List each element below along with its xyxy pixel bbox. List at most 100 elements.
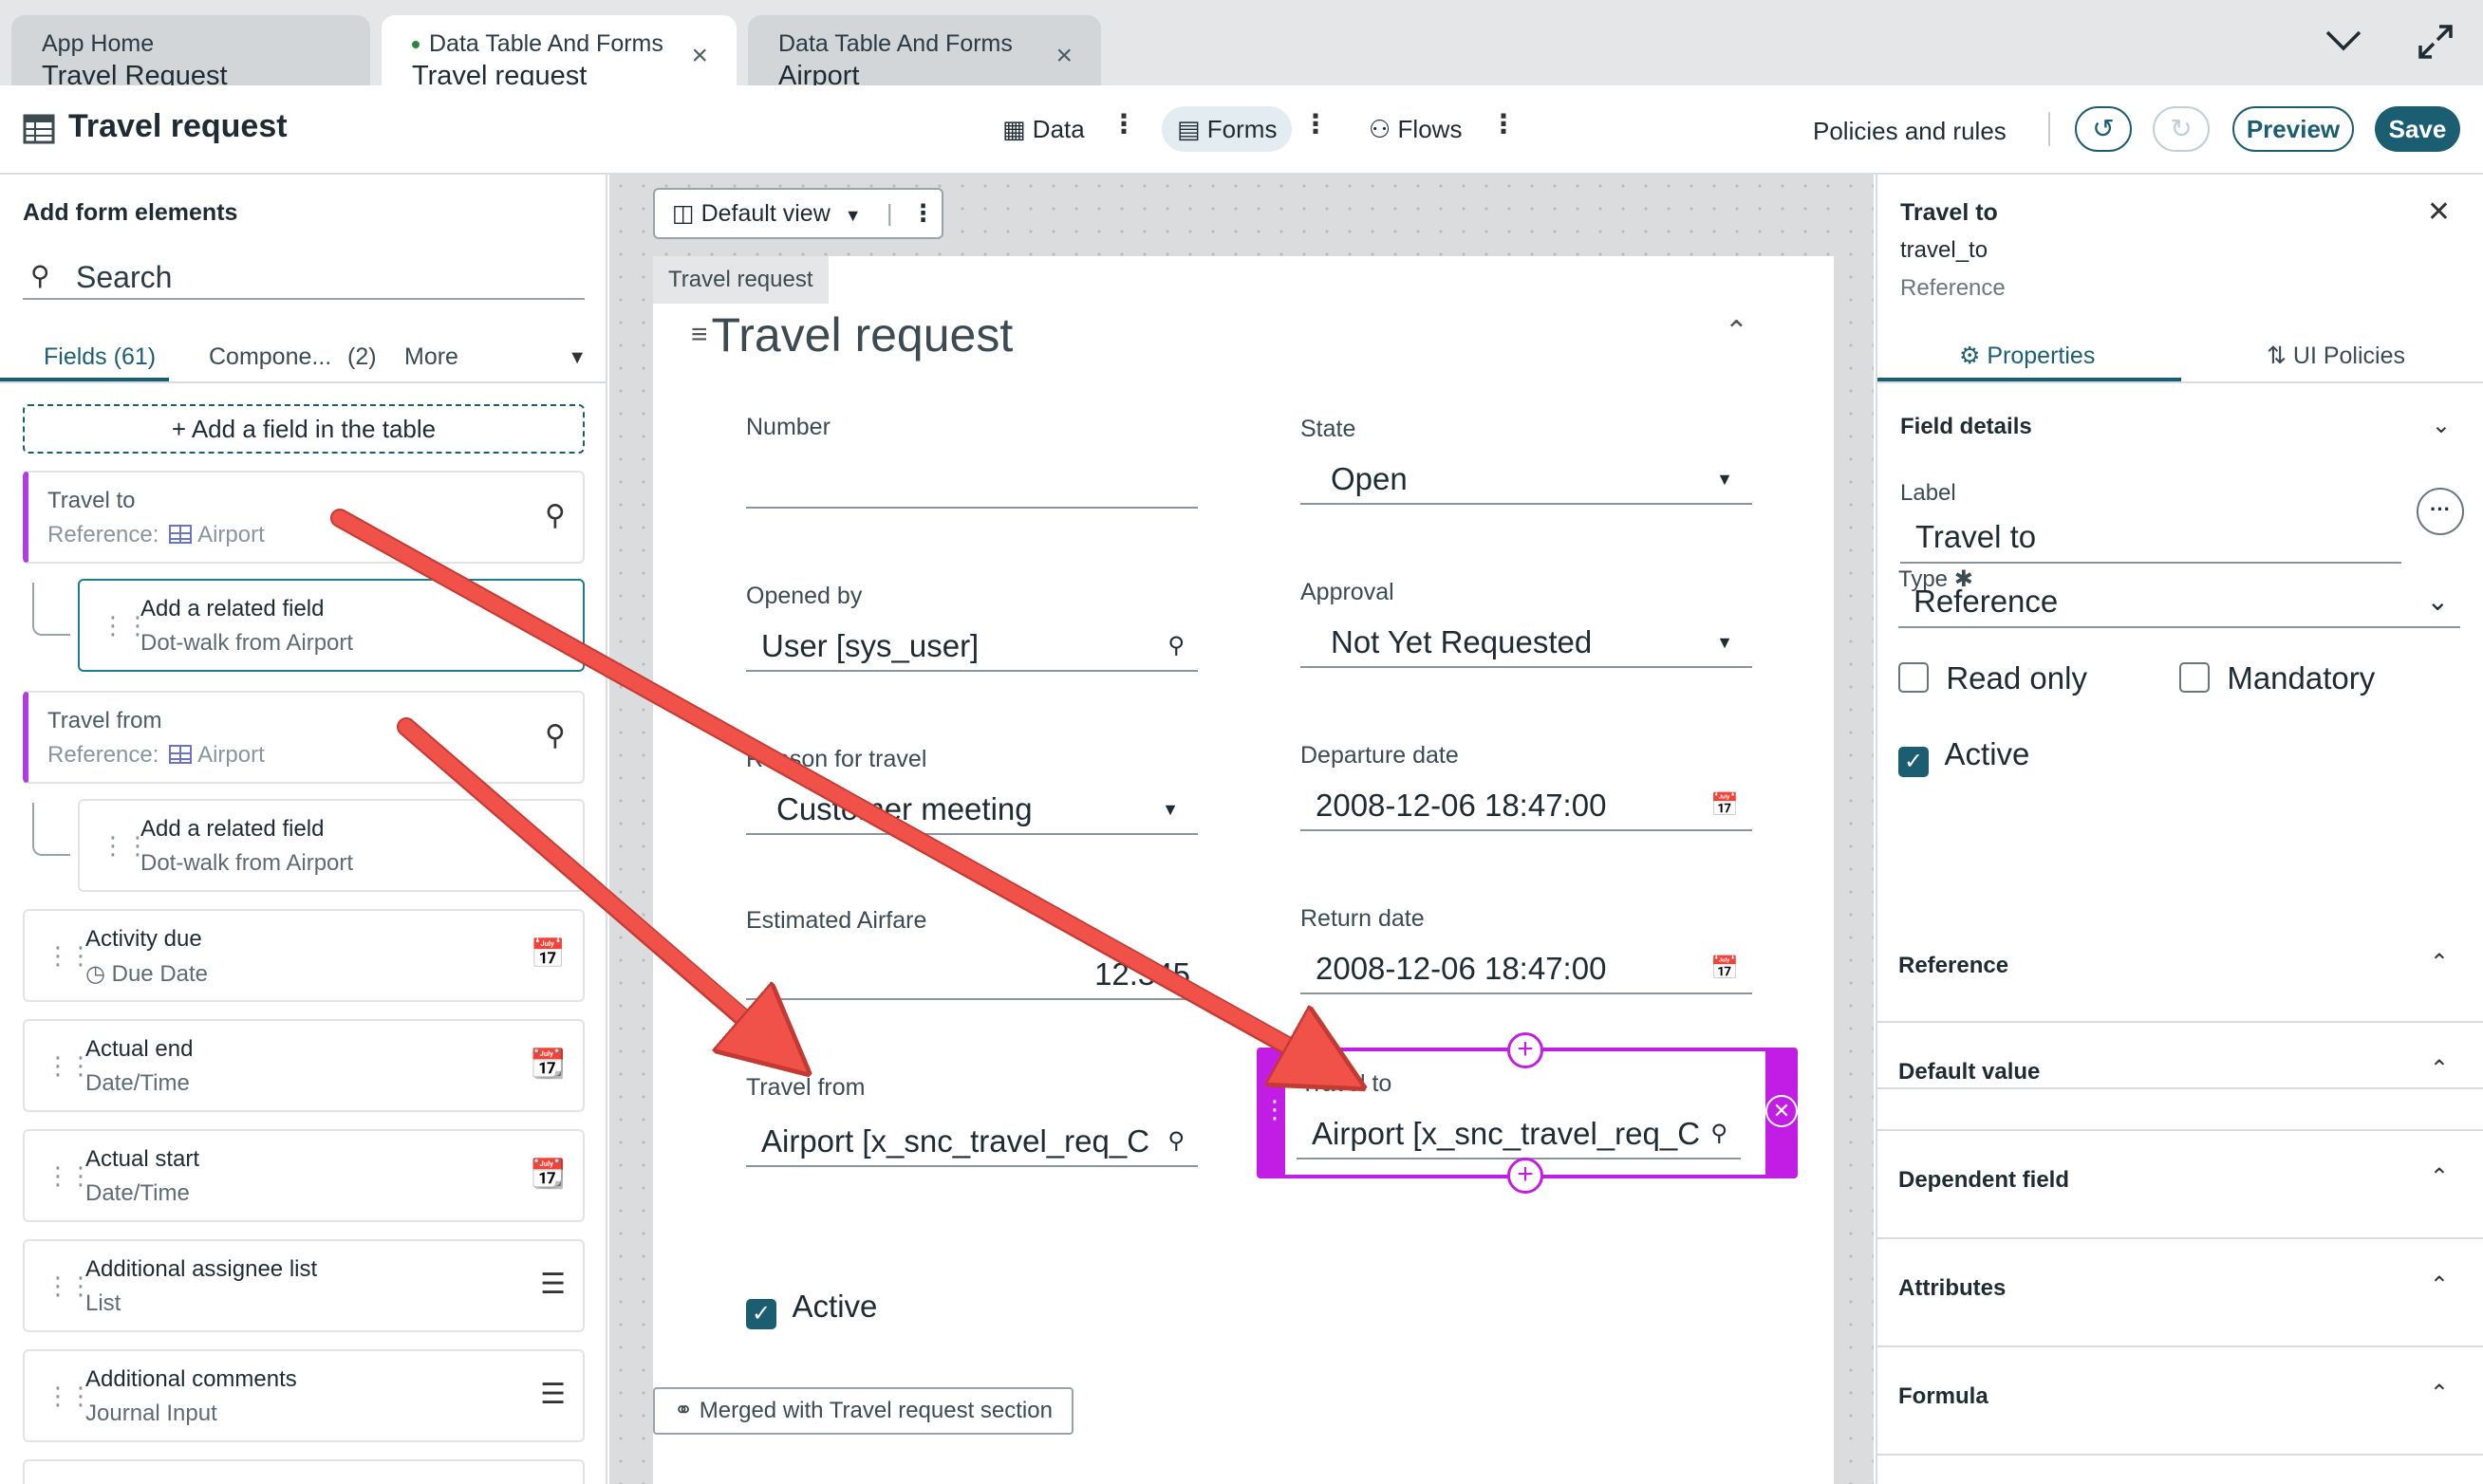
caret-down-icon: ▼ — [1716, 470, 1733, 489]
travel-to-label: Travel to — [1300, 1070, 1392, 1097]
drag-handle-icon[interactable]: ⋮⋮ — [46, 941, 93, 971]
drag-handle-icon[interactable]: ⋮⋮ — [46, 1382, 93, 1411]
calendar-icon[interactable]: 📅 — [1710, 943, 1739, 992]
caret-down-icon[interactable]: ▼ — [568, 347, 587, 369]
close-tab-icon[interactable]: × — [691, 40, 708, 72]
search-icon[interactable]: ⚲ — [545, 499, 566, 532]
tab-components-count[interactable]: (2) — [347, 343, 377, 371]
approval-select[interactable]: Not Yet Requested ▼ — [1300, 617, 1752, 668]
undo-button[interactable]: ↺ — [2075, 106, 2132, 152]
travel-to-value: Airport [x_snc_travel_req_C — [1312, 1116, 1701, 1151]
field-card-additional-comments[interactable]: ⋮⋮ Additional comments Journal Input ☰ — [23, 1349, 585, 1442]
field-card-travel-from[interactable]: Travel from Reference: Airport ⚲ — [23, 691, 585, 784]
view-selector[interactable]: ◫ Default view ▼ | ⋮ — [653, 188, 943, 239]
field-type: Due Date — [111, 961, 209, 987]
field-card-additional-assignee-list[interactable]: ⋮⋮ Additional assignee list List ☰ — [23, 1239, 585, 1332]
label-label: Label — [1900, 480, 1956, 506]
view-icon: ◫ — [672, 200, 695, 227]
close-tab-icon[interactable]: × — [1055, 40, 1073, 72]
add-related-field-card[interactable]: ⋮⋮ Add a related field Dot-walk from Air… — [78, 579, 585, 672]
search-icon[interactable]: ⚲ — [1160, 1116, 1185, 1165]
field-card-travel-to[interactable]: Travel to Reference: Airport ⚲ — [23, 471, 585, 564]
element-tabs: Fields (61) Compone... (2) More ▼ — [0, 336, 606, 383]
field-card-activity-due[interactable]: ⋮⋮ Activity due ◷ Due Date 📅 — [23, 909, 585, 1002]
search-placeholder: Search — [76, 260, 173, 294]
active-tab-indicator — [1877, 378, 2181, 381]
return-input[interactable]: 2008-12-06 18:47:00 📅 — [1300, 943, 1752, 994]
drag-handle-icon[interactable]: ⋮⋮ — [46, 1051, 93, 1081]
chevron-up-icon[interactable]: ⌃ — [1725, 315, 1748, 348]
tab-app-home-title: App Home — [42, 30, 155, 57]
caret-down-icon: ▼ — [1716, 633, 1733, 652]
table-icon — [23, 114, 55, 144]
departure-label: Departure date — [1300, 742, 1459, 769]
calendar-icon[interactable]: 📅 — [1710, 780, 1739, 829]
field-table: Airport — [197, 742, 265, 768]
tab-properties[interactable]: ⚙ Properties — [1959, 342, 2095, 370]
drag-handle-icon[interactable]: ⋮⋮ — [46, 1271, 93, 1301]
label-input[interactable]: Travel to — [1900, 510, 2401, 564]
more-options-button[interactable]: ··· — [2417, 488, 2464, 535]
drag-handle-icon[interactable]: ⋮⋮ — [46, 1161, 93, 1191]
tab-components[interactable]: Compone... — [209, 343, 331, 371]
add-field-button[interactable]: + Add a field in the table — [23, 404, 585, 454]
nav-data[interactable]: ▦ Data — [987, 106, 1100, 152]
nav-flows[interactable]: ⚇ Flows — [1354, 106, 1477, 152]
caret-down-icon: ▼ — [1162, 800, 1179, 819]
divider — [2048, 112, 2050, 146]
state-select[interactable]: Open ▼ — [1300, 454, 1752, 505]
drag-handle-icon[interactable]: ≡ — [691, 319, 708, 350]
save-button[interactable]: Save — [2375, 106, 2460, 152]
departure-input[interactable]: 2008-12-06 18:47:00 📅 — [1300, 780, 1752, 831]
nav-forms[interactable]: ▤ Forms — [1162, 106, 1293, 152]
clock-icon: ◷ — [85, 961, 105, 987]
field-card-actual-end[interactable]: ⋮⋮ Actual end Date/Time 📆 — [23, 1019, 585, 1112]
number-input[interactable] — [746, 457, 1198, 509]
related-subtitle: Dot-walk from Airport — [140, 630, 354, 656]
checkbox-checked-icon[interactable]: ✓ — [746, 1299, 776, 1329]
chevron-down-icon[interactable] — [2324, 21, 2363, 64]
opened-by-input[interactable]: User [sys_user] ⚲ — [746, 621, 1198, 672]
search-input[interactable]: ⚲ Search — [23, 254, 585, 300]
travel-from-label: Travel from — [746, 1074, 866, 1101]
app-header: Travel request ▦ Data ⋮ ▤ Forms ⋮ ⚇ Flow… — [0, 85, 2483, 175]
flows-more-icon[interactable]: ⋮ — [1490, 108, 1517, 139]
close-icon[interactable]: ✕ — [2427, 195, 2451, 229]
preview-button[interactable]: Preview — [2232, 106, 2354, 152]
policies-and-rules-button[interactable]: Policies and rules — [1813, 117, 2007, 146]
expand-icon[interactable] — [2415, 21, 2456, 72]
chevron-down-icon[interactable]: ⌄ — [2432, 412, 2451, 439]
view-more-icon[interactable]: ⋮ — [911, 190, 935, 237]
tab-fields[interactable]: Fields (61) — [44, 343, 156, 371]
remove-field-icon[interactable]: ✕ — [1765, 1095, 1798, 1127]
search-icon[interactable]: ⚲ — [1167, 621, 1185, 670]
travel-from-input[interactable]: Airport [x_snc_travel_req_C ⚲ — [746, 1116, 1198, 1167]
add-above-icon[interactable]: + — [1507, 1032, 1543, 1068]
add-below-icon[interactable]: + — [1507, 1158, 1543, 1194]
redo-button[interactable]: ↻ — [2153, 106, 2210, 152]
accordion-field-details: Field details ⌄ Label Travel to ··· — [1877, 385, 2483, 1089]
accordion-header[interactable]: Field details — [1900, 414, 2032, 440]
tab-travel-request[interactable]: Data Table And Forms Travel request × — [382, 15, 737, 91]
merged-text: Merged with Travel request section — [699, 1398, 1053, 1423]
tab-more[interactable]: More — [404, 343, 458, 371]
tab-ui-policies[interactable]: ⇅ UI Policies — [2267, 342, 2405, 370]
field-card-actual-start[interactable]: ⋮⋮ Actual start Date/Time 📆 — [23, 1129, 585, 1222]
search-icon[interactable]: ⚲ — [1703, 1108, 1727, 1158]
active-checkbox-row[interactable]: ✓ Active — [746, 1289, 877, 1329]
forms-more-icon[interactable]: ⋮ — [1302, 108, 1329, 139]
travel-to-input[interactable]: Airport [x_snc_travel_req_C ⚲ — [1297, 1108, 1741, 1159]
add-related-field-card[interactable]: ⋮⋮ Add a related field Dot-walk from Air… — [78, 799, 585, 892]
airfare-input[interactable]: 12.345 — [746, 949, 1198, 1000]
calendar-clock-icon: 📆 — [530, 1159, 566, 1190]
opened-by-label: Opened by — [746, 583, 863, 609]
reason-select[interactable]: Customer meeting ▼ — [746, 784, 1198, 835]
state-value: Open — [1331, 461, 1408, 496]
tab-airport[interactable]: Data Table And Forms Airport × — [748, 15, 1101, 91]
return-label: Return date — [1300, 905, 1425, 932]
data-more-icon[interactable]: ⋮ — [1111, 108, 1137, 139]
tab-app-home[interactable]: App Home Travel Request — [11, 15, 370, 91]
field-card-partial[interactable] — [23, 1459, 585, 1484]
search-icon[interactable]: ⚲ — [545, 719, 566, 752]
merged-section-badge: ⚭ Merged with Travel request section — [653, 1387, 1073, 1435]
